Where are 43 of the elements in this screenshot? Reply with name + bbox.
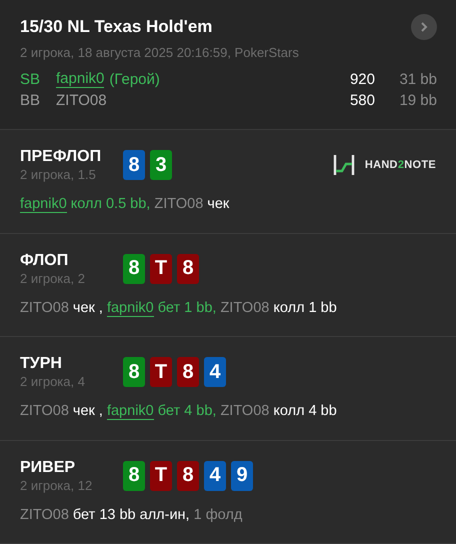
player-stack: 580 (348, 92, 375, 109)
logo-text: HAND2NOTE (364, 159, 436, 171)
player-stack: 920 (348, 70, 375, 88)
next-button[interactable] (411, 14, 437, 40)
playing-card: 8 (123, 254, 145, 284)
street-info: 2 игрока, 2 (20, 270, 86, 286)
street-name: ПРЕФЛОП (20, 148, 102, 166)
playing-card: 9 (231, 460, 253, 490)
street-name: РИВЕР (20, 458, 76, 476)
street-name: ФЛОП (20, 252, 70, 270)
playing-card: T (150, 460, 172, 490)
hand-info: 2 игрока, 18 августа 2025 20:16:59, PokerStars (20, 45, 300, 60)
street-info: 2 игрока, 4 (20, 374, 86, 389)
player-link[interactable]: fapnik0 (20, 196, 67, 213)
player-position: SB (20, 70, 42, 88)
playing-card: 8 (177, 357, 199, 387)
player-link[interactable]: fapnik0 (106, 300, 154, 316)
playing-card: 8 (177, 254, 199, 284)
player-link[interactable]: fapnik0 (106, 403, 154, 420)
action-line: ZITO08 чек , fapnik0 бет 1 bb, ZITO08 колл 1 bb (20, 300, 338, 316)
hand-title: 15/30 NL Texas Hold'em (20, 17, 212, 37)
action-line: ZITO08 бет 13 bb алл-ин, 1 фолд (20, 506, 244, 522)
player-link[interactable]: fapnik0 (56, 70, 104, 88)
player-stack-bb: 31 bb (398, 70, 437, 88)
playing-card: 4 (204, 460, 226, 490)
playing-card: 3 (150, 150, 172, 180)
playing-card: T (150, 357, 172, 387)
playing-card: 8 (123, 357, 145, 387)
street-name: ТУРН (20, 355, 63, 373)
street-info: 2 игрока, 12 (20, 478, 94, 492)
playing-card: T (150, 254, 172, 284)
playing-card: 8 (123, 460, 145, 490)
playing-card: 4 (204, 357, 226, 387)
logo-icon (332, 154, 355, 176)
player-stack-bb: 19 bb (398, 92, 437, 109)
playing-card: 8 (177, 460, 199, 490)
hero-label: (Герой) (109, 70, 160, 88)
action-line: ZITO08 чек , fapnik0 бет 4 bb, ZITO08 колл 4 bb (20, 403, 338, 419)
action-line: fapnik0 колл 0.5 bb, ZITO08 чек (20, 196, 230, 212)
player-position: BB (20, 92, 42, 109)
street-info: 2 игрока, 1.5 (20, 167, 97, 182)
playing-card: 8 (123, 150, 145, 180)
player-name: ZITO08 (56, 92, 107, 109)
